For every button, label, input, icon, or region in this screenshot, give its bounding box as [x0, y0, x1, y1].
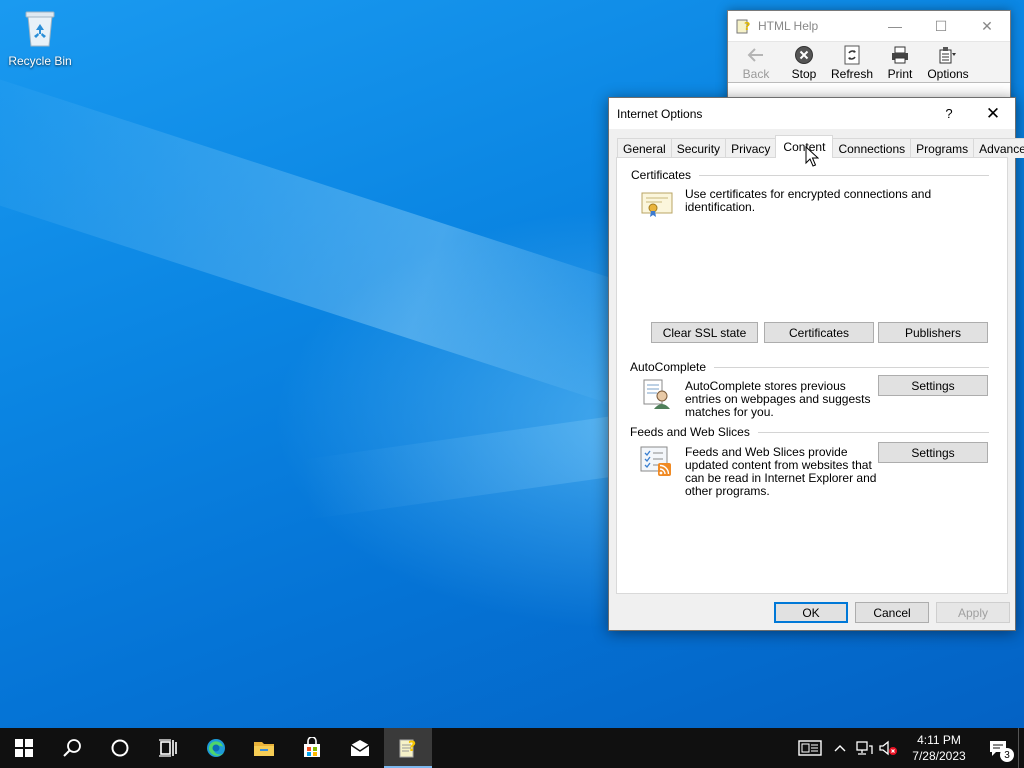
close-button[interactable]: ✕ — [971, 98, 1015, 129]
back-button[interactable]: Back — [732, 42, 780, 84]
news-widget-button[interactable] — [792, 728, 828, 768]
network-button[interactable] — [852, 728, 876, 768]
notification-count-badge: 3 — [1000, 748, 1014, 762]
feeds-group-heading: Feeds and Web Slices — [630, 425, 989, 439]
feeds-settings-button[interactable]: Settings — [878, 442, 988, 463]
ok-button[interactable]: OK — [774, 602, 848, 623]
html-help-icon: ? — [399, 739, 416, 758]
taskbar-mail[interactable] — [336, 728, 384, 768]
html-help-toolbar: Back Stop Refresh Print Options — [728, 41, 1010, 83]
html-help-titlebar[interactable]: ? HTML Help — ☐ ✕ — [728, 11, 1010, 41]
certificate-icon — [641, 192, 673, 217]
clear-ssl-state-button[interactable]: Clear SSL state — [651, 322, 758, 343]
options-button[interactable]: Options — [924, 42, 972, 84]
clock[interactable]: 4:11 PM 7/28/2023 — [900, 728, 978, 768]
clock-date: 7/28/2023 — [912, 749, 966, 763]
volume-button[interactable] — [876, 728, 900, 768]
html-help-title: HTML Help — [758, 19, 819, 33]
certificates-button[interactable]: Certificates — [764, 322, 874, 343]
tab-general[interactable]: General — [617, 138, 672, 158]
tab-advanced[interactable]: Advanced — [973, 138, 1024, 158]
wallpaper-light-beam — [0, 60, 663, 409]
start-icon — [15, 739, 33, 757]
search-icon — [63, 739, 81, 757]
mouse-cursor-icon — [805, 146, 819, 167]
apply-button[interactable]: Apply — [936, 602, 1010, 623]
svg-text:?: ? — [408, 739, 416, 755]
print-button[interactable]: Print — [876, 42, 924, 84]
stop-button[interactable]: Stop — [780, 42, 828, 84]
tab-security[interactable]: Security — [670, 138, 727, 158]
autocomplete-settings-button[interactable]: Settings — [878, 375, 988, 396]
stop-icon — [795, 46, 813, 64]
clock-time: 4:11 PM — [917, 733, 961, 747]
tab-connections[interactable]: Connections — [832, 138, 912, 158]
autocomplete-icon — [643, 379, 670, 409]
feeds-icon — [640, 446, 671, 476]
system-tray: 4:11 PM 7/28/2023 3 — [792, 728, 1024, 768]
recycle-bin-icon — [25, 11, 55, 47]
certificates-group-heading: Certificates — [631, 168, 989, 182]
options-icon — [939, 47, 956, 64]
cancel-button[interactable]: Cancel — [855, 602, 929, 623]
file-explorer-icon — [254, 742, 274, 756]
refresh-button[interactable]: Refresh — [828, 42, 876, 84]
printer-icon — [892, 46, 908, 64]
action-center-button[interactable]: 3 — [978, 728, 1018, 768]
feeds-description: Feeds and Web Slices provide updated con… — [685, 445, 877, 498]
content-tab-panel: Certificates Use certificates for encryp… — [616, 157, 1008, 594]
taskbar: ? 4:11 PM 7/28/2023 3 — [0, 728, 1024, 768]
autocomplete-group-heading: AutoComplete — [630, 360, 989, 374]
dialog-title: Internet Options — [617, 106, 703, 121]
tab-strip: General Security Privacy Content Connect… — [617, 135, 1024, 158]
html-help-icon: ? — [736, 19, 750, 34]
autocomplete-description: AutoComplete stores previous entries on … — [685, 379, 871, 419]
task-view-icon — [159, 739, 177, 757]
tab-privacy[interactable]: Privacy — [725, 138, 777, 158]
publishers-button[interactable]: Publishers — [878, 322, 988, 343]
back-arrow-icon — [747, 48, 763, 62]
edge-icon — [207, 739, 225, 757]
task-view-button[interactable] — [144, 728, 192, 768]
show-hidden-icons-button[interactable] — [828, 728, 852, 768]
certificates-description: Use certificates for encrypted connectio… — [685, 187, 932, 214]
minimize-button[interactable]: — — [872, 11, 918, 41]
start-button[interactable] — [0, 728, 48, 768]
network-icon — [856, 741, 873, 755]
recycle-bin-label: Recycle Bin — [8, 54, 72, 68]
dialog-titlebar[interactable]: Internet Options ? ✕ — [609, 98, 1015, 129]
volume-muted-icon — [879, 740, 897, 756]
show-desktop-button[interactable] — [1018, 728, 1024, 768]
tab-programs[interactable]: Programs — [910, 138, 975, 158]
cortana-icon — [111, 739, 129, 757]
help-button[interactable]: ? — [927, 98, 971, 129]
internet-options-dialog[interactable]: Internet Options ? ✕ General Security Pr… — [608, 97, 1024, 631]
refresh-icon — [844, 45, 860, 65]
maximize-button[interactable]: ☐ — [918, 11, 964, 41]
chevron-up-icon — [834, 745, 846, 752]
store-icon — [304, 737, 320, 757]
cortana-button[interactable] — [96, 728, 144, 768]
taskbar-edge[interactable] — [192, 728, 240, 768]
search-button[interactable] — [48, 728, 96, 768]
taskbar-store[interactable] — [288, 728, 336, 768]
svg-text:?: ? — [744, 20, 750, 33]
recycle-bin-shortcut[interactable]: Recycle Bin — [4, 6, 76, 76]
taskbar-file-explorer[interactable] — [240, 728, 288, 768]
mail-icon — [350, 740, 370, 756]
taskbar-html-help[interactable]: ? — [384, 728, 432, 768]
close-button[interactable]: ✕ — [964, 11, 1010, 41]
news-icon — [798, 740, 822, 756]
